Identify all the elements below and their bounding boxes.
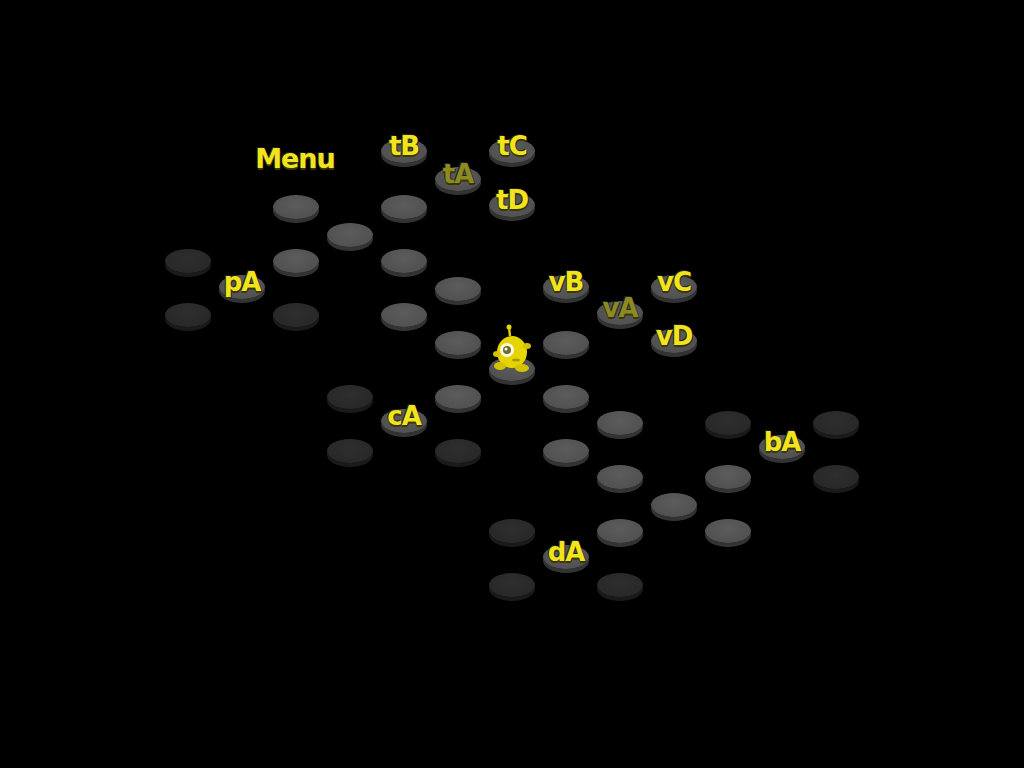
level-label[interactable]: vA [602,293,637,323]
path-tile[interactable] [597,465,643,489]
level-label[interactable]: vD [656,321,693,351]
level-label[interactable]: pA [224,267,261,297]
path-tile[interactable] [597,519,643,543]
path-tile[interactable] [435,331,481,355]
locked-tile [327,385,373,409]
level-label[interactable]: vC [657,267,691,297]
level-label[interactable]: cA [387,401,421,431]
path-tile[interactable] [435,385,481,409]
path-tile[interactable] [435,277,481,301]
level-label[interactable]: tB [389,131,419,161]
locked-tile [813,465,859,489]
path-tile[interactable] [381,303,427,327]
path-tile[interactable] [543,385,589,409]
menu-button[interactable]: Menu [255,143,335,174]
locked-tile [435,439,481,463]
locked-tile [165,303,211,327]
path-tile[interactable] [381,249,427,273]
path-tile[interactable] [273,195,319,219]
locked-tile [705,411,751,435]
path-tile[interactable] [651,493,697,517]
path-tile[interactable] [273,249,319,273]
locked-tile [165,249,211,273]
locked-tile [489,519,535,543]
locked-tile [813,411,859,435]
path-tile[interactable] [597,411,643,435]
level-label[interactable]: tD [496,185,528,215]
path-tile[interactable] [381,195,427,219]
path-tile[interactable] [705,519,751,543]
level-label[interactable]: dA [548,537,585,567]
locked-tile [327,439,373,463]
level-label[interactable]: tC [497,131,527,161]
locked-tile [489,573,535,597]
path-tile[interactable] [705,465,751,489]
player-icon[interactable] [488,324,536,376]
path-tile[interactable] [327,223,373,247]
path-tile[interactable] [543,331,589,355]
level-map: Menu tB tA tC tD pA vB vA vC vD cA bA dA [0,0,1024,768]
path-tile[interactable] [543,439,589,463]
level-label[interactable]: vB [549,267,584,297]
level-label[interactable]: bA [764,427,801,457]
locked-tile [273,303,319,327]
locked-tile [597,573,643,597]
level-label[interactable]: tA [443,159,474,189]
